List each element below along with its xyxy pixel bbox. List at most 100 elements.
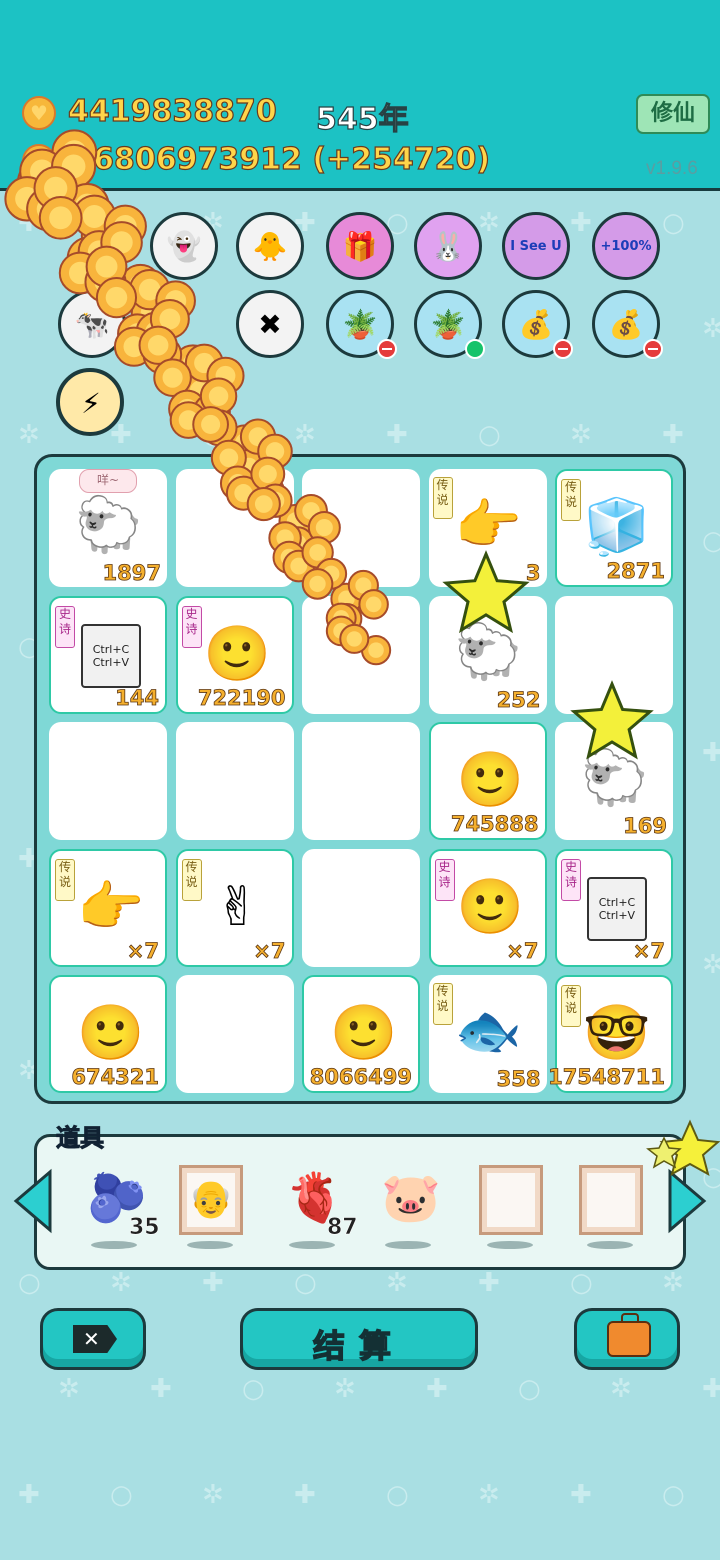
item-shadow xyxy=(385,1241,431,1249)
lightning-icon[interactable]: ⚡ xyxy=(56,368,124,436)
unit-value: ×7 xyxy=(506,938,539,963)
item-glyph: 🐷 xyxy=(381,1170,441,1226)
buff-glyph: I See U xyxy=(510,238,562,254)
board-cell[interactable] xyxy=(302,848,420,967)
cow-icon[interactable]: 🐄 xyxy=(58,290,126,358)
minus-badge-icon xyxy=(643,339,663,359)
board-cell[interactable]: 史诗 🙂 ×7 xyxy=(428,848,547,967)
minus-badge-icon xyxy=(553,339,573,359)
board-cell[interactable]: 🐑 169 xyxy=(555,722,673,840)
pattern-shape: ✚ xyxy=(662,420,684,450)
pattern-shape: ✚ xyxy=(18,208,40,238)
pattern-shape: ✲ xyxy=(610,1374,632,1404)
rarity-tag: 传说 xyxy=(561,985,581,1027)
board-cell[interactable] xyxy=(302,722,420,840)
unit-art-icon: ✌ xyxy=(214,875,261,938)
gift-icon[interactable]: 🎁 xyxy=(326,212,394,280)
pattern-shape: ✲ xyxy=(478,1480,500,1510)
board-cell[interactable]: 史诗 🙂 722190 xyxy=(175,595,294,714)
buff-glyph: 🐥 xyxy=(252,229,288,263)
unit-value: 144 xyxy=(115,685,160,710)
pattern-shape: ○ xyxy=(110,1480,133,1510)
rarity-tag: 传说 xyxy=(432,983,453,1025)
board-cell[interactable] xyxy=(175,722,294,840)
piggy-bank-icon[interactable]: 🐷 xyxy=(377,1165,447,1249)
board-cell[interactable]: 🐑 252 xyxy=(428,595,547,714)
board-cell[interactable]: 传说 ✌ ×7 xyxy=(175,848,294,967)
unit-value: 169 xyxy=(623,814,668,839)
board-cell[interactable]: 传说 🧊 2871 xyxy=(555,469,673,587)
flower-pot-icon[interactable]: 🪴 xyxy=(326,290,397,359)
pattern-shape: ✲ xyxy=(478,208,500,238)
unit-value: 2871 xyxy=(606,559,665,584)
board-cell[interactable]: 🙂 745888 xyxy=(428,722,547,840)
board-cell[interactable] xyxy=(175,975,294,1093)
board-cell[interactable]: 🙂 8066499 xyxy=(302,975,420,1093)
board-cell[interactable] xyxy=(175,469,294,587)
pattern-shape: ○ xyxy=(662,208,685,238)
rarity-tag: 史诗 xyxy=(561,858,581,901)
board-cell[interactable] xyxy=(49,722,167,840)
board-cell[interactable] xyxy=(555,595,673,714)
star-decoration-icon xyxy=(646,1119,720,1177)
board-cell[interactable] xyxy=(302,595,420,714)
board-cell[interactable]: 传说 🐟 358 xyxy=(428,975,547,1093)
board-cell[interactable]: 传说 🤓 17548711 xyxy=(548,975,673,1093)
rarity-tag: 史诗 xyxy=(55,605,75,648)
item-shadow xyxy=(187,1241,233,1249)
coin-balance: 4419838870 xyxy=(67,93,277,129)
rarity-tag: 史诗 xyxy=(181,605,202,648)
bucket-icon[interactable]: +100% xyxy=(592,212,660,280)
pattern-shape: ✲ xyxy=(662,1268,684,1298)
sack-icon[interactable]: 💰 xyxy=(592,290,663,359)
props-panel: 🫐 35 👴 🫀 87 🐷 xyxy=(34,1134,686,1270)
rabbit-icon[interactable]: 🐰 xyxy=(414,212,482,280)
board-cell[interactable]: 史诗 Ctrl+C Ctrl+V ×7 xyxy=(555,848,673,967)
item-count: 87 xyxy=(327,1215,358,1241)
pattern-shape: ✚ xyxy=(478,1268,500,1298)
pattern-shape: ○ xyxy=(570,1268,593,1298)
rarity-tag: 传说 xyxy=(432,477,453,519)
item-shadow xyxy=(289,1241,335,1249)
i-see-u-icon[interactable]: I See U xyxy=(502,212,570,280)
unit-value: ×7 xyxy=(126,938,159,963)
item-count: 35 xyxy=(129,1215,160,1241)
picture-frame xyxy=(579,1165,643,1235)
sack-icon[interactable]: 💰 xyxy=(502,290,573,359)
empty-frame-icon[interactable] xyxy=(479,1165,549,1249)
ghost-icon[interactable]: 👻 xyxy=(150,212,218,280)
board-cell[interactable]: 🙂 674321 xyxy=(49,975,167,1093)
props-title: 道具 xyxy=(56,1124,105,1153)
board-cell[interactable]: 传说 👉 ×7 xyxy=(49,848,167,967)
board-cell[interactable]: 咩~ 🐑 1897 xyxy=(49,469,167,587)
board-cell[interactable]: 传说 👉 3 xyxy=(428,469,547,587)
blueberry-icon[interactable]: 🫐 35 xyxy=(83,1165,160,1249)
board-cell[interactable]: 史诗 Ctrl+C Ctrl+V 144 xyxy=(49,595,167,714)
close-tag-icon[interactable]: ✖ xyxy=(236,290,304,358)
settle-button[interactable]: 结算 xyxy=(240,1308,478,1370)
chick-icon[interactable]: 🐥 xyxy=(236,212,304,280)
portrait-frame-icon[interactable]: 👴 xyxy=(179,1165,249,1249)
liver-icon[interactable]: 🫀 87 xyxy=(281,1165,358,1249)
year-counter: 545年 xyxy=(315,101,409,137)
merge-board: 咩~ 🐑 1897 传说 👉 3 传说 🧊 2871 史诗 Ctrl+C Ctrl+V 144 史诗 🙂 7… xyxy=(34,454,686,1104)
buff-glyph: ⚡ xyxy=(81,386,101,420)
xiuxian-button[interactable]: 修仙 xyxy=(636,94,710,134)
pattern-shape: ✚ xyxy=(702,738,720,768)
inventory-button[interactable] xyxy=(574,1308,680,1370)
unit-art-icon: 🐟 xyxy=(454,999,523,1062)
empty-frame-icon[interactable] xyxy=(579,1165,649,1249)
board-cell[interactable] xyxy=(302,469,420,587)
unit-art-icon: 🙂 xyxy=(77,1001,145,1064)
rarity-tag: 传说 xyxy=(55,858,75,901)
pattern-shape: ✚ xyxy=(294,1480,316,1510)
pattern-shape: ✲ xyxy=(570,420,592,450)
unit-art-icon: 🧊 xyxy=(583,495,651,558)
discard-button[interactable] xyxy=(40,1308,146,1370)
frame-inner xyxy=(487,1173,535,1227)
flower-pot-icon[interactable]: 🪴 xyxy=(414,290,485,359)
frame-inner: 👴 xyxy=(187,1173,235,1227)
scroll-left-arrow[interactable] xyxy=(12,1168,54,1234)
unit-art-icon: 👉 xyxy=(454,493,523,556)
unit-value: 745888 xyxy=(450,812,539,837)
